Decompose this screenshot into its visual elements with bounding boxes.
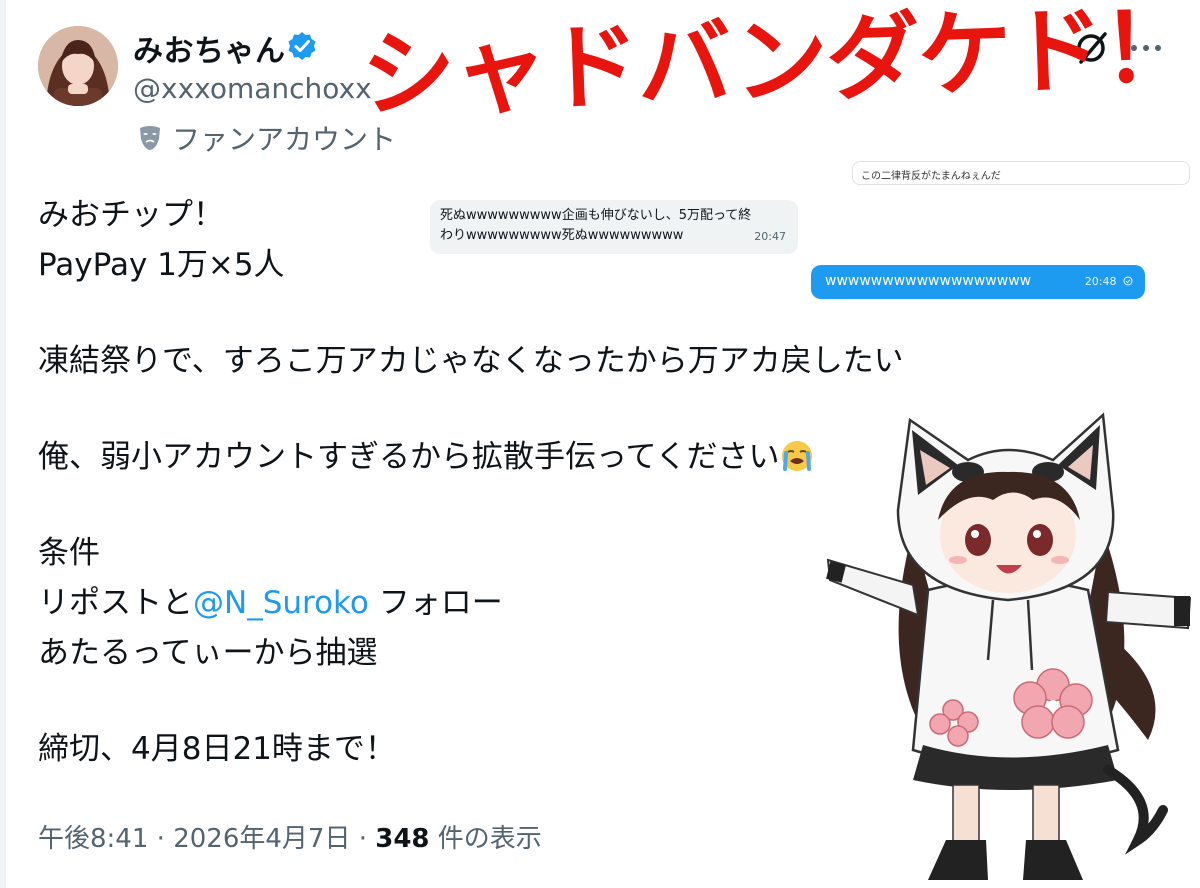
left-border: [0, 0, 6, 888]
post-line: 凍結祭りで、すろこ万アカじゃなくなったから万アカ戻したい。: [38, 343, 936, 379]
post-line: 締切、4月8日21時まで！: [38, 731, 396, 767]
verified-badge-icon: [286, 30, 318, 62]
post-line-text: 俺、弱小アカウントすぎるから拡散手伝ってください: [38, 439, 780, 475]
meta-separator: ·: [350, 824, 376, 854]
post-line-text: フォロー: [368, 585, 503, 621]
overlay-caption: シャドバンダケド！: [359, 0, 1196, 131]
mention-link[interactable]: @N_Suroko: [193, 585, 369, 621]
post-line: あたるってぃーから抽選: [38, 635, 378, 671]
post-date[interactable]: 2026年4月7日: [173, 824, 350, 854]
display-name[interactable]: みおちゃん: [133, 26, 286, 70]
view-count-label: 件の表示: [429, 824, 542, 854]
cat-hoodie-girl-illustration: [816, 353, 1200, 888]
read-check-icon: [1123, 276, 1133, 286]
view-count[interactable]: 348: [375, 824, 429, 854]
user-handle[interactable]: @xxxomanchoxxx: [133, 72, 373, 105]
post-line-with-mention: リポストと@N_Suroko フォロー: [38, 578, 878, 628]
post-text: みおチップ！ PayPay 1万×5人 凍結祭りで、すろこ万アカじゃなくなったか…: [38, 190, 936, 774]
post-line: みおチップ！: [38, 197, 224, 233]
sent-message-time-text: 20:48: [1084, 275, 1117, 288]
fan-mask-icon: [138, 125, 162, 151]
post-line-with-emoji: 俺、弱小アカウントすぎるから拡散手伝ってください: [38, 432, 878, 482]
dm-snippet: この二律背反がたまんねぇんだ: [852, 161, 1190, 185]
post-line: PayPay 1万×5人: [38, 247, 285, 283]
loudly-crying-face-emoji: [780, 438, 814, 472]
avatar[interactable]: [38, 26, 118, 106]
post-line: 条件: [38, 535, 100, 571]
post-meta: 午後8:41 · 2026年4月7日 · 348 件の表示: [38, 818, 542, 855]
account-label: ファンアカウント: [138, 118, 396, 158]
sent-message-time: 20:48: [1085, 275, 1133, 288]
meta-separator: ·: [148, 824, 174, 854]
post-line-text: リポストと: [38, 585, 193, 621]
post-time[interactable]: 午後8:41: [38, 824, 148, 854]
